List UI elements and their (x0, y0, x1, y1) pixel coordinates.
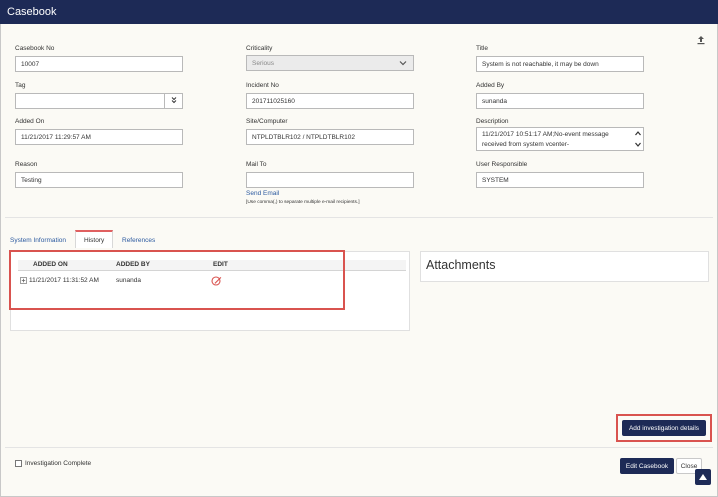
site-computer-label: Site/Computer (246, 118, 288, 125)
description-label: Description (476, 118, 509, 125)
tab-system-information[interactable]: System Information (10, 237, 66, 244)
footer-divider (5, 447, 713, 448)
criticality-label: Criticality (246, 45, 273, 52)
criticality-select[interactable]: Serious (246, 55, 414, 71)
edit-casebook-button[interactable]: Edit Casebook (620, 458, 674, 474)
tag-dropdown-button[interactable] (164, 93, 183, 108)
tab-history[interactable]: History (75, 230, 114, 248)
tag-field[interactable] (15, 93, 183, 109)
upload-icon[interactable] (696, 35, 706, 45)
site-computer-field[interactable]: NTPLDTBLR102 / NTPLDTBLR102 (246, 129, 414, 145)
highlight-box-history (9, 250, 345, 310)
mail-to-hint: [Use comma(,) to separate multiple e-mai… (246, 200, 360, 205)
tab-references[interactable]: References (122, 237, 155, 244)
mail-to-field[interactable] (246, 172, 414, 188)
mail-to-label: Mail To (246, 161, 267, 168)
tag-label: Tag (15, 82, 26, 89)
title-field[interactable]: System is not reachable, it may be down (476, 56, 644, 72)
chevron-down-icon (399, 61, 407, 66)
user-responsible-label: User Responsible (476, 161, 528, 168)
user-responsible-field[interactable]: SYSTEM (476, 172, 644, 188)
casebook-no-label: Casebook No (15, 45, 55, 52)
caret-up-icon (699, 474, 707, 480)
double-chevron-down-icon (171, 97, 177, 104)
investigation-complete-checkbox[interactable] (15, 460, 22, 467)
send-email-link[interactable]: Send Email (246, 190, 279, 197)
highlight-box-add-investigation (616, 414, 712, 442)
incident-no-field[interactable]: 201711025160 (246, 93, 414, 109)
investigation-complete-label: Investigation Complete (25, 460, 92, 467)
window-title: Casebook (0, 0, 718, 24)
casebook-no-field[interactable]: 10007 (15, 56, 183, 72)
attachments-title: Attachments (426, 258, 496, 272)
title-label: Title (476, 45, 489, 52)
reason-field[interactable]: Testing (15, 172, 183, 188)
criticality-value: Serious (252, 60, 275, 67)
reason-label: Reason (15, 161, 38, 168)
description-field[interactable]: 11/21/2017 10:51:17 AM;No-event message … (476, 127, 644, 151)
scroll-to-top-button[interactable] (695, 469, 711, 485)
added-by-field[interactable]: sunanda (476, 93, 644, 109)
description-text: 11/21/2017 10:51:17 AM;No-event message … (482, 131, 609, 148)
incident-no-label: Incident No (246, 82, 279, 89)
added-on-field[interactable]: 11/21/2017 11:29:57 AM (15, 129, 183, 145)
added-by-label: Added By (476, 82, 505, 89)
added-on-label: Added On (15, 118, 45, 125)
textarea-scroll-icon[interactable] (634, 129, 642, 149)
